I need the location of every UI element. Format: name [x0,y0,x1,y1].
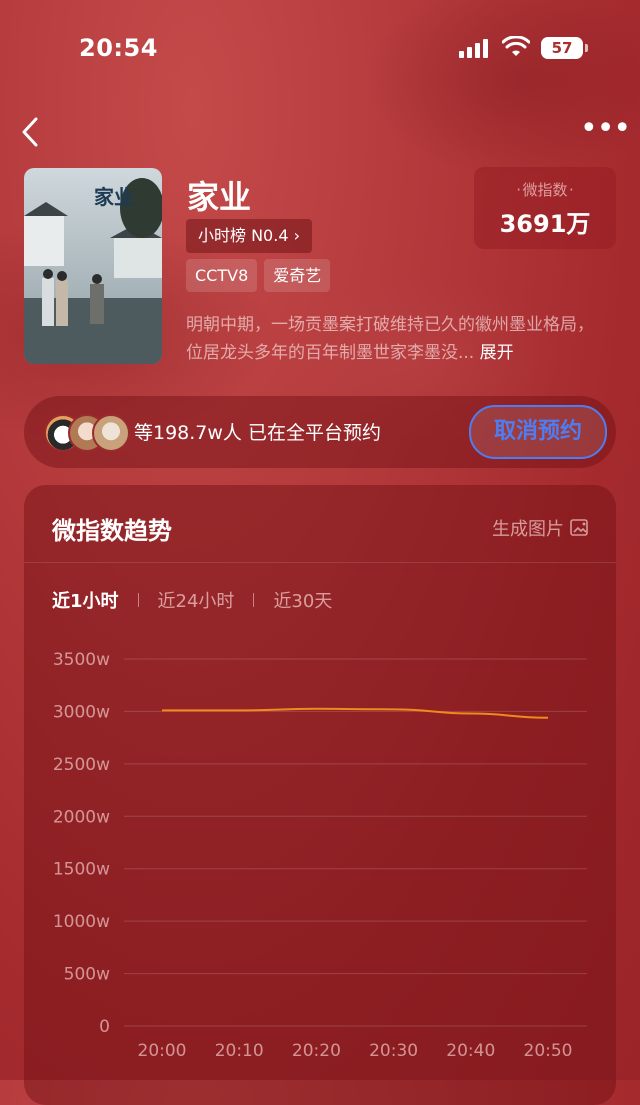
x-tick-label: 20:10 [215,1041,264,1061]
y-tick-label: 3000w [53,702,110,722]
y-tick-label: 1000w [53,912,110,932]
y-tick-label: 500w [64,965,110,985]
show-title: 家业 [187,178,252,216]
x-tick-label: 20:40 [446,1041,495,1061]
y-tick-label: 0 [99,1017,110,1037]
chevron-right-icon: › [293,226,301,245]
expand-link[interactable]: 展开 [480,343,514,363]
rank-badge[interactable]: 小时榜 N0.4 › [186,219,313,253]
cellular-signal-icon [459,38,491,58]
avatar [92,414,130,452]
tag-item[interactable]: 爱奇艺 [264,259,331,292]
more-options-icon[interactable]: ••• [580,114,631,144]
wifi-icon [502,36,530,56]
reservation-bar: 等198.7w人 已在全平台预约 取消预约 [24,396,616,468]
y-tick-label: 2000w [53,807,110,827]
x-tick-label: 20:20 [292,1041,341,1061]
series-line [161,707,549,719]
reservation-count-text: 等198.7w人 已在全平台预约 [134,422,381,444]
back-icon[interactable] [16,116,48,148]
index-label: · 微指数 · [516,181,574,199]
tag-item[interactable]: CCTV8 [186,259,258,292]
y-tick-label: 1500w [53,860,110,880]
status-time: 20:54 [79,34,158,62]
description-text: 明朝中期，一场贡墨案打破维持已久的徽州墨业格局，位居龙头多年的百年制墨世家李墨没… [186,315,594,363]
poster-logo-text: 家业 [94,185,134,209]
avatar-group [44,414,148,452]
index-value: 3691万 [499,210,591,238]
x-tick-label: 20:50 [524,1041,573,1061]
cancel-reservation-button[interactable]: 取消预约 [469,405,607,459]
show-poster[interactable]: 家业 [24,168,162,364]
battery-icon: 57 [541,37,588,59]
show-description: 明朝中期，一场贡墨案打破维持已久的徽州墨业格局，位居龙头多年的百年制墨世家李墨没… [186,311,604,367]
tag-list: CCTV8 爱奇艺 [186,259,331,292]
x-tick-label: 20:30 [369,1041,418,1061]
y-tick-label: 3500w [53,650,110,670]
status-bar: 20:54 57 [0,0,640,90]
rank-label: 小时榜 N0.4 [198,226,289,245]
y-tick-label: 2500w [53,755,110,775]
index-summary: · 微指数 · 3691万 [474,167,616,249]
x-tick-label: 20:00 [138,1041,187,1061]
trend-card: 微指数趋势 生成图片 近1小时 近24小时 近30天 0 500w 1000w 150… [24,485,616,1105]
trend-chart: 0 500w 1000w 1500w 2000w 2500w 3000w 3500w 20:00… [53,650,587,1061]
